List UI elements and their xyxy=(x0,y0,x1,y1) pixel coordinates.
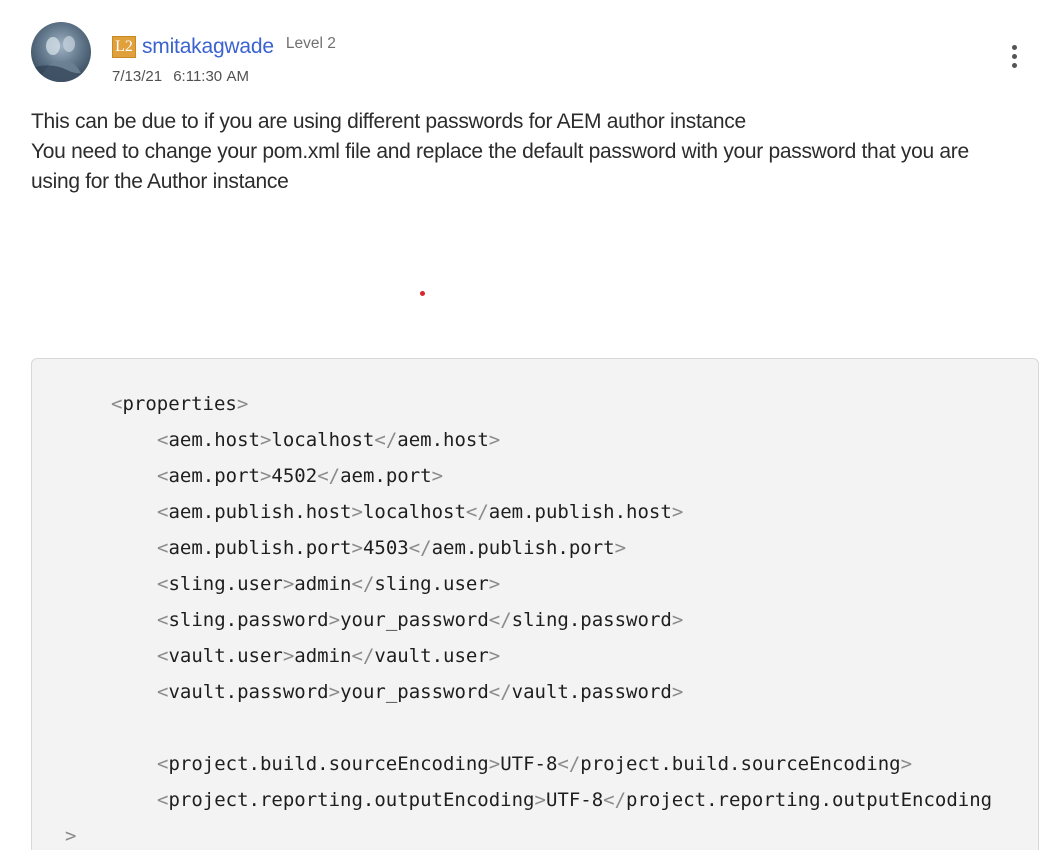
code-line: <vault.user>admin</vault.user> xyxy=(157,645,501,667)
rank-badge: L2 xyxy=(112,36,136,58)
ellipsis-dot xyxy=(1011,53,1017,59)
code-line: <aem.host>localhost</aem.host> xyxy=(157,429,501,451)
code-line: <aem.publish.host>localhost</aem.publish… xyxy=(157,501,684,523)
code-line: <project.reporting.outputEncoding>UTF-8<… xyxy=(157,789,993,811)
author-line: L2 smitakagwade Level 2 xyxy=(112,33,336,61)
code-line: <vault.password>your_password</vault.pas… xyxy=(157,681,684,703)
post-body-line: You need to change your pom.xml file and… xyxy=(31,140,969,193)
community-reply-post: L2 smitakagwade Level 2 7/13/21 6:11:30 … xyxy=(0,0,1047,850)
post-timestamp: 7/13/21 6:11:30 AM xyxy=(112,68,249,85)
red-dot-marker xyxy=(420,291,425,296)
code-line: <aem.port>4502</aem.port> xyxy=(157,465,444,487)
user-avatar[interactable] xyxy=(31,22,91,82)
code-tag: properties xyxy=(122,393,237,415)
code-line-fragment: > xyxy=(65,825,77,847)
post-body: This can be due to if you are using diff… xyxy=(31,107,1021,197)
post-time: 6:11:30 AM xyxy=(173,68,249,85)
post-body-line: This can be due to if you are using diff… xyxy=(31,110,746,133)
user-level: Level 2 xyxy=(285,35,336,52)
post-date: 7/13/21 xyxy=(112,68,163,85)
ellipsis-dot xyxy=(1011,62,1017,68)
code-block[interactable]: <properties> <aem.host>localhost</aem.ho… xyxy=(31,358,1039,850)
code-line: <sling.user>admin</sling.user> xyxy=(157,573,501,595)
avatar-photo-icon xyxy=(31,22,91,82)
code-line: <project.build.sourceEncoding>UTF-8</pro… xyxy=(157,753,913,775)
ellipsis-dot xyxy=(1011,44,1017,50)
code-line-properties-open: <properties> xyxy=(111,393,249,415)
username-link[interactable]: smitakagwade xyxy=(142,35,274,59)
code-line: <aem.publish.port>4503</aem.publish.port… xyxy=(157,537,627,559)
more-options-button[interactable] xyxy=(1000,41,1028,71)
code-line: <sling.password>your_password</sling.pas… xyxy=(157,609,684,631)
